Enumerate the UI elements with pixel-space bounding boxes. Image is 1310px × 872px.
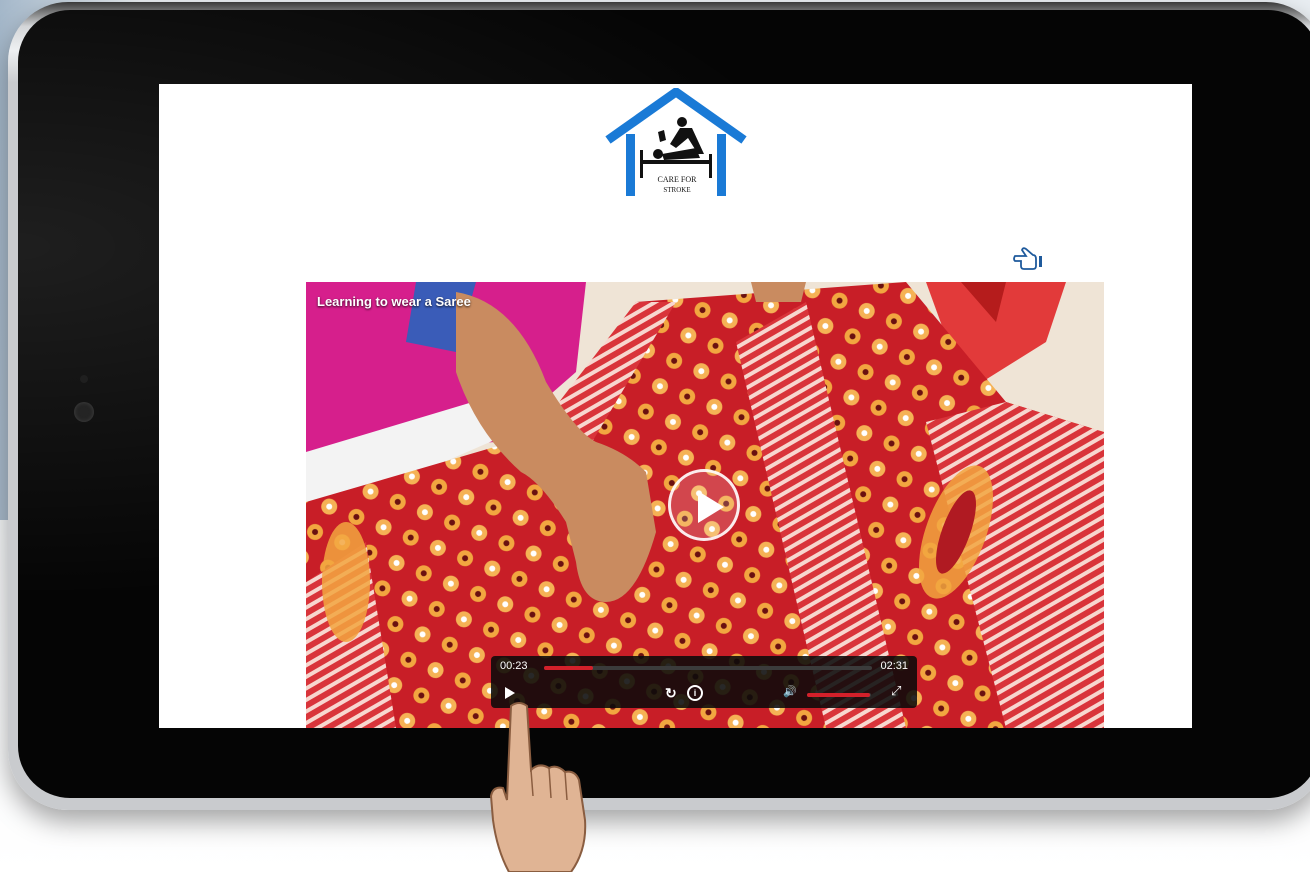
replay-icon[interactable]: ↻ [665,685,677,702]
seek-bar-progress [544,666,594,670]
svg-text:CARE FOR: CARE FOR [658,175,698,184]
sensor-dot [80,375,88,383]
seek-bar[interactable] [544,666,872,670]
duration: 02:31 [880,660,908,672]
tablet-screen: CARE FOR STROKE Learning to wear a Saree… [159,84,1192,728]
big-play-button[interactable] [668,469,740,541]
info-icon[interactable]: i [687,685,703,701]
pointing-finger-icon [489,702,587,872]
volume-slider[interactable] [807,693,871,697]
video-player[interactable]: Learning to wear a Saree 00:23 02:31 ↻ i… [306,282,1104,728]
play-icon[interactable] [505,687,515,699]
fullscreen-icon[interactable]: ⤢ [891,683,901,699]
svg-text:STROKE: STROKE [663,186,690,194]
care-for-stroke-logo: CARE FOR STROKE [605,88,747,196]
current-time: 00:23 [500,660,528,672]
pointing-hand-icon[interactable] [1012,244,1048,272]
volume-icon[interactable]: 🔊 [783,685,797,698]
volume-level [807,693,870,697]
video-title: Learning to wear a Saree [317,294,471,309]
camera-icon [74,402,94,422]
